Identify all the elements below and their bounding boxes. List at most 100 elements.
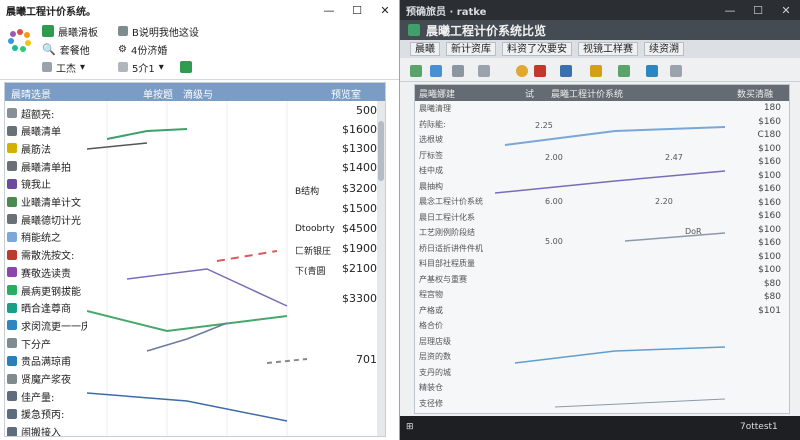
sidebar-item[interactable]: 支径修	[419, 398, 495, 410]
left-vertical-scrollbar[interactable]	[377, 101, 385, 436]
sidebar-item[interactable]: 层资的数	[419, 351, 495, 363]
trend-line	[554, 398, 726, 408]
price-cell[interactable]: $80	[741, 292, 781, 302]
right-titlebar: 预确旅员 · ratke — ☐ ✕	[400, 0, 800, 20]
count-dropdown[interactable]: 5介1 ▾	[118, 58, 164, 76]
sidebar-item[interactable]: 格合价	[419, 320, 495, 332]
menu-item[interactable]: 料资了次要安	[502, 42, 572, 56]
sidebar-item[interactable]: 晨抽构	[419, 181, 495, 193]
right-grid-lines	[495, 126, 726, 408]
price-cell[interactable]: $100	[741, 252, 781, 262]
document-icon	[118, 26, 128, 36]
sidebar-item[interactable]: 闹搬接入	[7, 422, 87, 436]
right-menu-bar: 晨曦 新计资库 料资了次要安 视镜工样赛 续资溯	[400, 40, 800, 58]
item-icon	[7, 108, 17, 118]
sidebar-item-label: 援急预丙:	[21, 410, 65, 422]
minimize-button[interactable]: —	[315, 0, 343, 20]
column-b-button[interactable]: B说明我他这设	[118, 22, 199, 40]
close-button[interactable]: ✕	[772, 0, 800, 20]
price-cell[interactable]: C180	[741, 130, 781, 140]
price-cell[interactable]: $100	[741, 265, 781, 275]
item-icon	[7, 320, 17, 331]
refresh-icon[interactable]	[410, 65, 422, 77]
chart-icon[interactable]	[646, 65, 658, 77]
sidebar-item[interactable]: 药际能:	[419, 119, 495, 131]
menu-item[interactable]: 续资溯	[644, 42, 684, 56]
minimize-button[interactable]: —	[716, 0, 744, 20]
sidebar-item[interactable]: 厅标签	[419, 150, 495, 162]
start-icon[interactable]: ⊞	[406, 422, 414, 432]
header-col-price[interactable]: 数买清融	[737, 87, 773, 100]
status-button[interactable]: ⚙ 4份济婚	[118, 40, 167, 58]
sidebar-item-label: 镜我止	[21, 180, 51, 192]
list-icon	[42, 62, 52, 72]
header-tree[interactable]: 晨晴选景	[11, 86, 51, 101]
trend-line	[504, 126, 726, 146]
chevron-down-icon: ▾	[80, 61, 86, 73]
header-tree[interactable]: 晨曦娜建	[419, 87, 455, 100]
price-cell[interactable]: $100	[741, 225, 781, 235]
align-icon[interactable]	[478, 65, 490, 77]
menu-item[interactable]: 新计资库	[446, 42, 496, 56]
header-col-price[interactable]: 预览室	[331, 86, 361, 101]
price-cell[interactable]: $160	[741, 198, 781, 208]
maximize-button[interactable]: ☐	[343, 0, 371, 20]
header-col-b[interactable]: 晨曦工程计价系统	[551, 87, 623, 100]
chevron-down-icon: ▾	[158, 61, 164, 73]
price-cell[interactable]: $160	[741, 211, 781, 221]
sidebar-item[interactable]: 选根坡	[419, 134, 495, 146]
sidebar-item[interactable]: 晨日工程计化系	[419, 212, 495, 224]
right-app-window: 预确旅员 · ratke — ☐ ✕ 晨曦工程计价系统比览 晨曦 新计资库 料资了次…	[400, 0, 800, 440]
user-icon[interactable]	[560, 65, 572, 77]
sidebar-item[interactable]: 晨念工程计价系统	[419, 196, 495, 208]
right-window-title: 预确旅员 · ratke	[406, 6, 487, 18]
header-col-a[interactable]: 试	[525, 87, 534, 100]
trend-line	[624, 232, 726, 242]
project-button[interactable]: 晨曦滑板	[42, 22, 98, 40]
price-cell[interactable]: $160	[741, 184, 781, 194]
export-icon[interactable]	[180, 61, 192, 73]
sidebar-item[interactable]: 产基权与重赛	[419, 274, 495, 286]
left-grid-header: 晨晴选景 单按题 滴级与 预览室	[5, 83, 385, 101]
trend-line	[146, 322, 228, 352]
sidebar-item[interactable]: 工艺刚例阶段结	[419, 227, 495, 239]
header-col-a[interactable]: 单按题	[143, 86, 173, 101]
sidebar-item[interactable]: 桂中成	[419, 165, 495, 177]
sidebar-item[interactable]: 精装仓	[419, 382, 495, 394]
link-icon[interactable]	[452, 65, 464, 77]
maximize-button[interactable]: ☐	[744, 0, 772, 20]
close-button[interactable]: ✕	[371, 0, 399, 20]
price-cell[interactable]: $80	[741, 279, 781, 289]
sidebar-item-label: 晨病更钢拔能	[21, 286, 81, 298]
scrollbar-thumb[interactable]	[378, 121, 384, 181]
price-cell[interactable]: $160	[741, 157, 781, 167]
price-cell[interactable]: $160	[741, 238, 781, 248]
price-cell[interactable]: $101	[741, 306, 781, 316]
lock-icon[interactable]	[534, 65, 546, 77]
menu-item[interactable]: 晨曦	[410, 42, 440, 56]
sidebar-item[interactable]: 程宫物	[419, 289, 495, 301]
palette-icon[interactable]	[516, 65, 528, 77]
sidebar-item[interactable]: 料目部社程质量	[419, 258, 495, 270]
sidebar-item-label: 晨筋法	[21, 144, 51, 156]
sync-icon[interactable]	[430, 65, 442, 77]
sidebar-item[interactable]: 产格或	[419, 305, 495, 317]
table-icon[interactable]	[618, 65, 630, 77]
sidebar-item-label: 晨曦清单	[21, 127, 61, 139]
options-button[interactable]: 🔍 套餐他	[42, 40, 90, 58]
price-cell[interactable]: $160	[741, 117, 781, 127]
work-dropdown[interactable]: 工杰 ▾	[42, 58, 85, 76]
sidebar-item[interactable]: 晨曦清理	[419, 103, 495, 115]
sidebar-item-label: 赛敬选读责	[21, 268, 71, 280]
header-col-b[interactable]: 滴级与	[183, 86, 213, 101]
price-cell[interactable]: $100	[741, 171, 781, 181]
comment-icon[interactable]	[670, 65, 682, 77]
sidebar-item[interactable]: 支丹的城	[419, 367, 495, 379]
sidebar-item[interactable]: 桥日适折讲件件机	[419, 243, 495, 255]
price-cell[interactable]: 180	[741, 103, 781, 113]
sidebar-item[interactable]: 层理店级	[419, 336, 495, 348]
item-icon	[7, 355, 17, 366]
price-cell[interactable]: $100	[741, 144, 781, 154]
menu-item[interactable]: 视镜工样赛	[578, 42, 638, 56]
folder-icon[interactable]	[590, 65, 602, 77]
